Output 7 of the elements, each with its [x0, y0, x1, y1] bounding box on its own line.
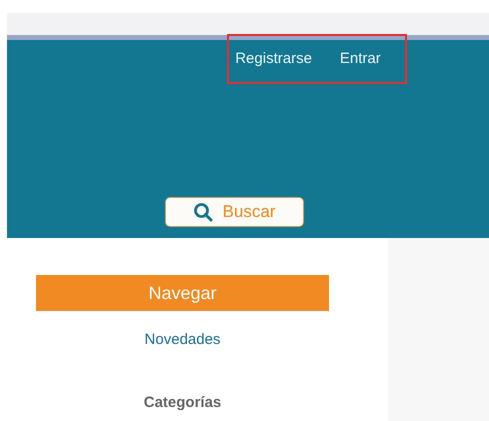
section-heading: Categorías — [144, 394, 222, 411]
search-icon — [192, 202, 213, 222]
search-button[interactable]: Buscar — [164, 197, 304, 227]
header-link[interactable]: Registrarse — [235, 50, 312, 67]
header-link[interactable]: Entrar — [340, 50, 381, 67]
sidebar-heading: Navegar — [36, 275, 329, 311]
sidebar-link[interactable]: Novedades — [144, 331, 220, 348]
